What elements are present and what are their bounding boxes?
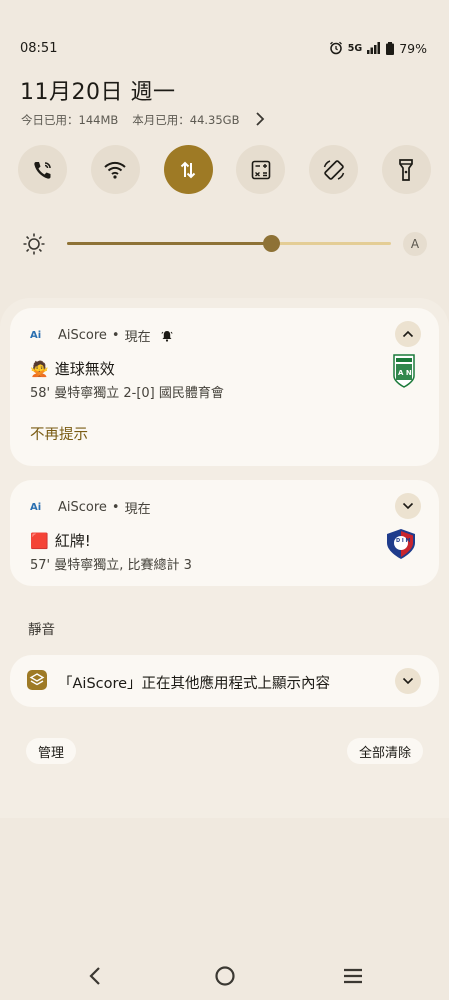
header-separator: • (111, 328, 120, 343)
brightness-slider-fill (67, 242, 272, 245)
notification-title-row: 🟥 紅牌! (30, 530, 91, 551)
alarm-icon (329, 41, 342, 55)
month-usage: 本月已用：44.35GB (132, 113, 240, 127)
header-separator: • (111, 500, 120, 515)
notification-text: 57' 曼特寧獨立, 比賽總計 3 (30, 558, 192, 573)
layers-app-icon (27, 670, 47, 690)
wifi-icon (104, 161, 126, 179)
date-label: 11月20日 週一 (20, 80, 176, 105)
recents-menu-icon[interactable] (342, 965, 364, 987)
notification-time: 現在 (124, 330, 151, 345)
atletico-nacional-logo: A N (393, 354, 415, 388)
chevron-right-icon[interactable] (254, 110, 266, 128)
auto-brightness-button[interactable]: A (403, 232, 427, 256)
logo-initials: D I M (396, 538, 410, 544)
navigation-bar (0, 960, 449, 994)
app-name: AiScore (58, 328, 107, 343)
mobile-data-tile[interactable] (163, 145, 213, 194)
notification-text: 58' 曼特寧獨立 2-[0] 國民體育會 (30, 386, 224, 401)
independiente-medellin-logo: D I M (387, 529, 415, 559)
phone-wifi-calling-icon (33, 161, 51, 179)
app-icon: Ai (30, 502, 42, 513)
calculator-tile[interactable] (236, 145, 286, 194)
notification-header: Ai AiScore • 現在 (30, 498, 151, 517)
notification-title: 進球無效 (54, 360, 115, 378)
app-name: AiScore (58, 500, 107, 515)
status-icons: 5G 79% (329, 41, 427, 56)
notification-card[interactable]: Ai AiScore • 現在 🙅 進球無效 58' 曼特寧獨立 2-[0] 國… (10, 308, 439, 466)
wifi-tile[interactable] (90, 145, 140, 194)
auto-rotate-icon (323, 159, 344, 180)
status-time: 08:51 (20, 40, 58, 56)
chevron-up-icon (402, 330, 414, 338)
brightness-icon (23, 233, 45, 255)
chevron-down-icon (402, 677, 414, 685)
wifi-calling-tile[interactable] (18, 145, 67, 194)
silent-section-label: 靜音 (28, 622, 55, 638)
brightness-slider-thumb[interactable] (263, 235, 281, 252)
notification-emoji: 🟥 (30, 531, 49, 550)
logo-initials: A N (398, 369, 412, 377)
notification-title: 紅牌! (54, 532, 91, 550)
battery-level: 79% (399, 40, 427, 56)
notification-emoji: 🙅 (30, 359, 49, 378)
brightness-control: A (22, 230, 427, 258)
stop-notify-button[interactable]: 不再提示 (30, 423, 88, 444)
overlay-notification-card[interactable]: 「AiScore」正在其他應用程式上顯示內容 (10, 655, 439, 707)
home-icon[interactable] (214, 965, 236, 987)
back-icon[interactable] (87, 965, 103, 987)
app-icon: Ai (30, 330, 42, 341)
notification-header: Ai AiScore • 現在 (30, 326, 173, 345)
collapse-button[interactable] (395, 321, 421, 347)
expand-button[interactable] (395, 668, 421, 694)
expand-button[interactable] (395, 493, 421, 519)
data-usage[interactable]: 今日已用：144MB 本月已用：44.35GB (21, 112, 269, 128)
network-type: 5G (347, 42, 363, 54)
brightness-slider[interactable] (67, 235, 391, 252)
signal-icon (367, 42, 381, 54)
notification-card[interactable]: Ai AiScore • 現在 🟥 紅牌! 57' 曼特寧獨立, 比賽總計 3 … (10, 480, 439, 586)
clear-all-button[interactable]: 全部清除 (346, 738, 423, 764)
quick-settings (18, 145, 431, 194)
today-usage: 今日已用：144MB (21, 113, 119, 127)
bell-alert-icon (161, 330, 173, 342)
mobile-data-icon (180, 161, 196, 178)
battery-icon (386, 41, 395, 55)
auto-rotate-tile[interactable] (309, 145, 359, 194)
notification-time: 現在 (124, 502, 151, 517)
manage-button[interactable]: 管理 (26, 738, 77, 764)
calculator-icon (251, 160, 271, 179)
flashlight-tile[interactable] (381, 145, 431, 194)
flashlight-icon (399, 158, 414, 181)
notification-title-row: 🙅 進球無效 (30, 358, 115, 379)
status-bar: 08:51 5G 79% (20, 38, 427, 58)
overlay-notification-text: 「AiScore」正在其他應用程式上顯示內容 (58, 676, 331, 692)
chevron-down-icon (402, 502, 414, 510)
